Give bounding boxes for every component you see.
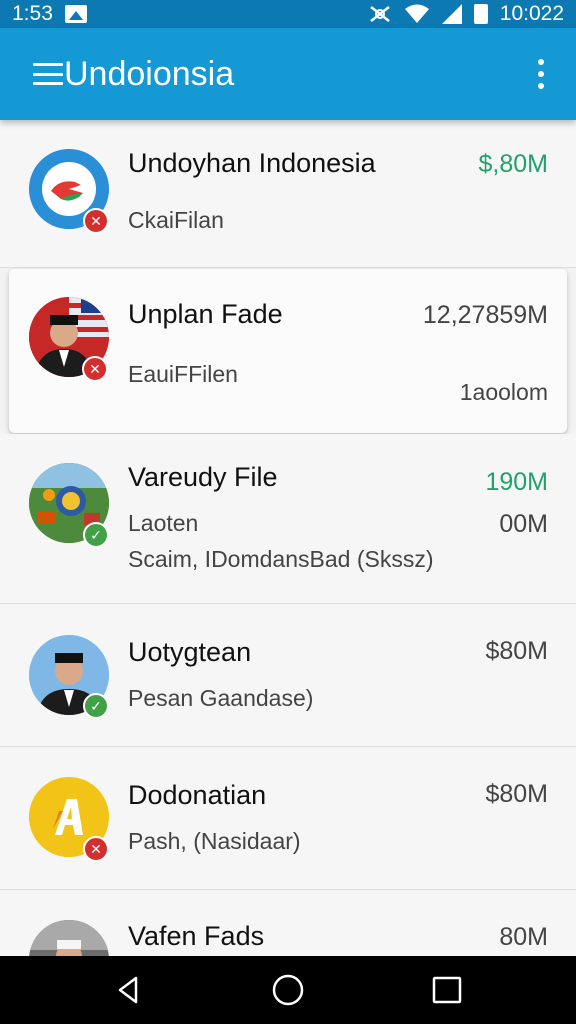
remove-badge-icon: ✕ bbox=[83, 208, 109, 234]
remove-badge-icon: ✕ bbox=[82, 356, 108, 382]
check-badge-icon: ✓ bbox=[83, 522, 109, 548]
avatar bbox=[29, 920, 109, 956]
item-value-secondary: 1aoolom bbox=[459, 379, 548, 405]
item-value: 190M bbox=[485, 468, 548, 496]
list-item[interactable]: ✕ Undoyhan Indonesia CkaiFilan $,80M bbox=[0, 120, 576, 268]
item-value: $,80M bbox=[478, 150, 548, 178]
item-title: Undoyhan Indonesia bbox=[128, 148, 376, 178]
remove-badge-icon: ✕ bbox=[83, 836, 109, 862]
wifi-icon bbox=[404, 4, 429, 23]
list-item[interactable]: Vafen Fads 80M bbox=[0, 891, 576, 956]
battery-icon bbox=[473, 4, 488, 24]
item-title: Dodonatian bbox=[128, 780, 267, 810]
home-button[interactable] bbox=[258, 960, 318, 1020]
item-title: Vafen Fads bbox=[128, 921, 265, 951]
app-title: Undoionsia bbox=[64, 54, 235, 93]
item-subtitle-secondary: Scaim, IDomdansBad (Skssz) bbox=[128, 546, 434, 572]
more-options-button[interactable] bbox=[506, 28, 576, 120]
item-subtitle: Pesan Gaandase) bbox=[128, 685, 314, 711]
item-value: $80M bbox=[485, 637, 548, 665]
status-time: 1:53 bbox=[12, 2, 53, 25]
item-title: Unplan Fade bbox=[128, 299, 283, 329]
item-value: 12,27859M bbox=[422, 301, 548, 329]
item-subtitle: EauiFFilen bbox=[128, 361, 238, 387]
item-title: Uotygtean bbox=[128, 637, 252, 667]
item-list: ✕ Undoyhan Indonesia CkaiFilan $,80M ✕ U… bbox=[0, 120, 576, 956]
item-subtitle: Pash, (Nasidaar) bbox=[128, 828, 301, 854]
item-title: Vareudy File bbox=[128, 462, 278, 492]
recents-button[interactable] bbox=[417, 960, 477, 1020]
item-subtitle: CkaiFilan bbox=[128, 207, 224, 233]
item-value: $80M bbox=[485, 780, 548, 808]
navigation-bar bbox=[0, 956, 576, 1024]
dot-icon bbox=[538, 59, 544, 65]
item-subtitle: Laoten bbox=[128, 510, 199, 536]
list-item[interactable]: ✓ Vareudy File Laoten Scaim, IDomdansBad… bbox=[0, 434, 576, 604]
back-button[interactable] bbox=[99, 960, 159, 1020]
signal-off-icon bbox=[369, 6, 390, 22]
recents-square-icon bbox=[432, 976, 461, 1004]
back-triangle-icon bbox=[119, 976, 138, 1004]
check-badge-icon: ✓ bbox=[83, 693, 109, 719]
list-item[interactable]: ✓ Uotygtean Pesan Gaandase) $80M bbox=[0, 605, 576, 747]
dot-icon bbox=[538, 71, 544, 77]
list-item[interactable]: ✕ Dodonatian Pash, (Nasidaar) $80M bbox=[0, 748, 576, 890]
person-photo-icon bbox=[29, 920, 109, 956]
item-value: 80M bbox=[499, 923, 548, 951]
image-notification-icon bbox=[64, 5, 87, 23]
status-bar: 1:53 10:022 bbox=[0, 0, 576, 28]
cell-signal-icon bbox=[441, 4, 462, 24]
list-item[interactable]: ✕ Unplan Fade EauiFFilen 12,27859M 1aool… bbox=[9, 269, 567, 433]
item-value-secondary: 00M bbox=[499, 510, 548, 538]
home-circle-icon bbox=[272, 974, 304, 1006]
app-bar: Undoionsia bbox=[0, 28, 576, 120]
status-clock: 10:022 bbox=[499, 2, 564, 25]
dot-icon bbox=[538, 83, 544, 89]
